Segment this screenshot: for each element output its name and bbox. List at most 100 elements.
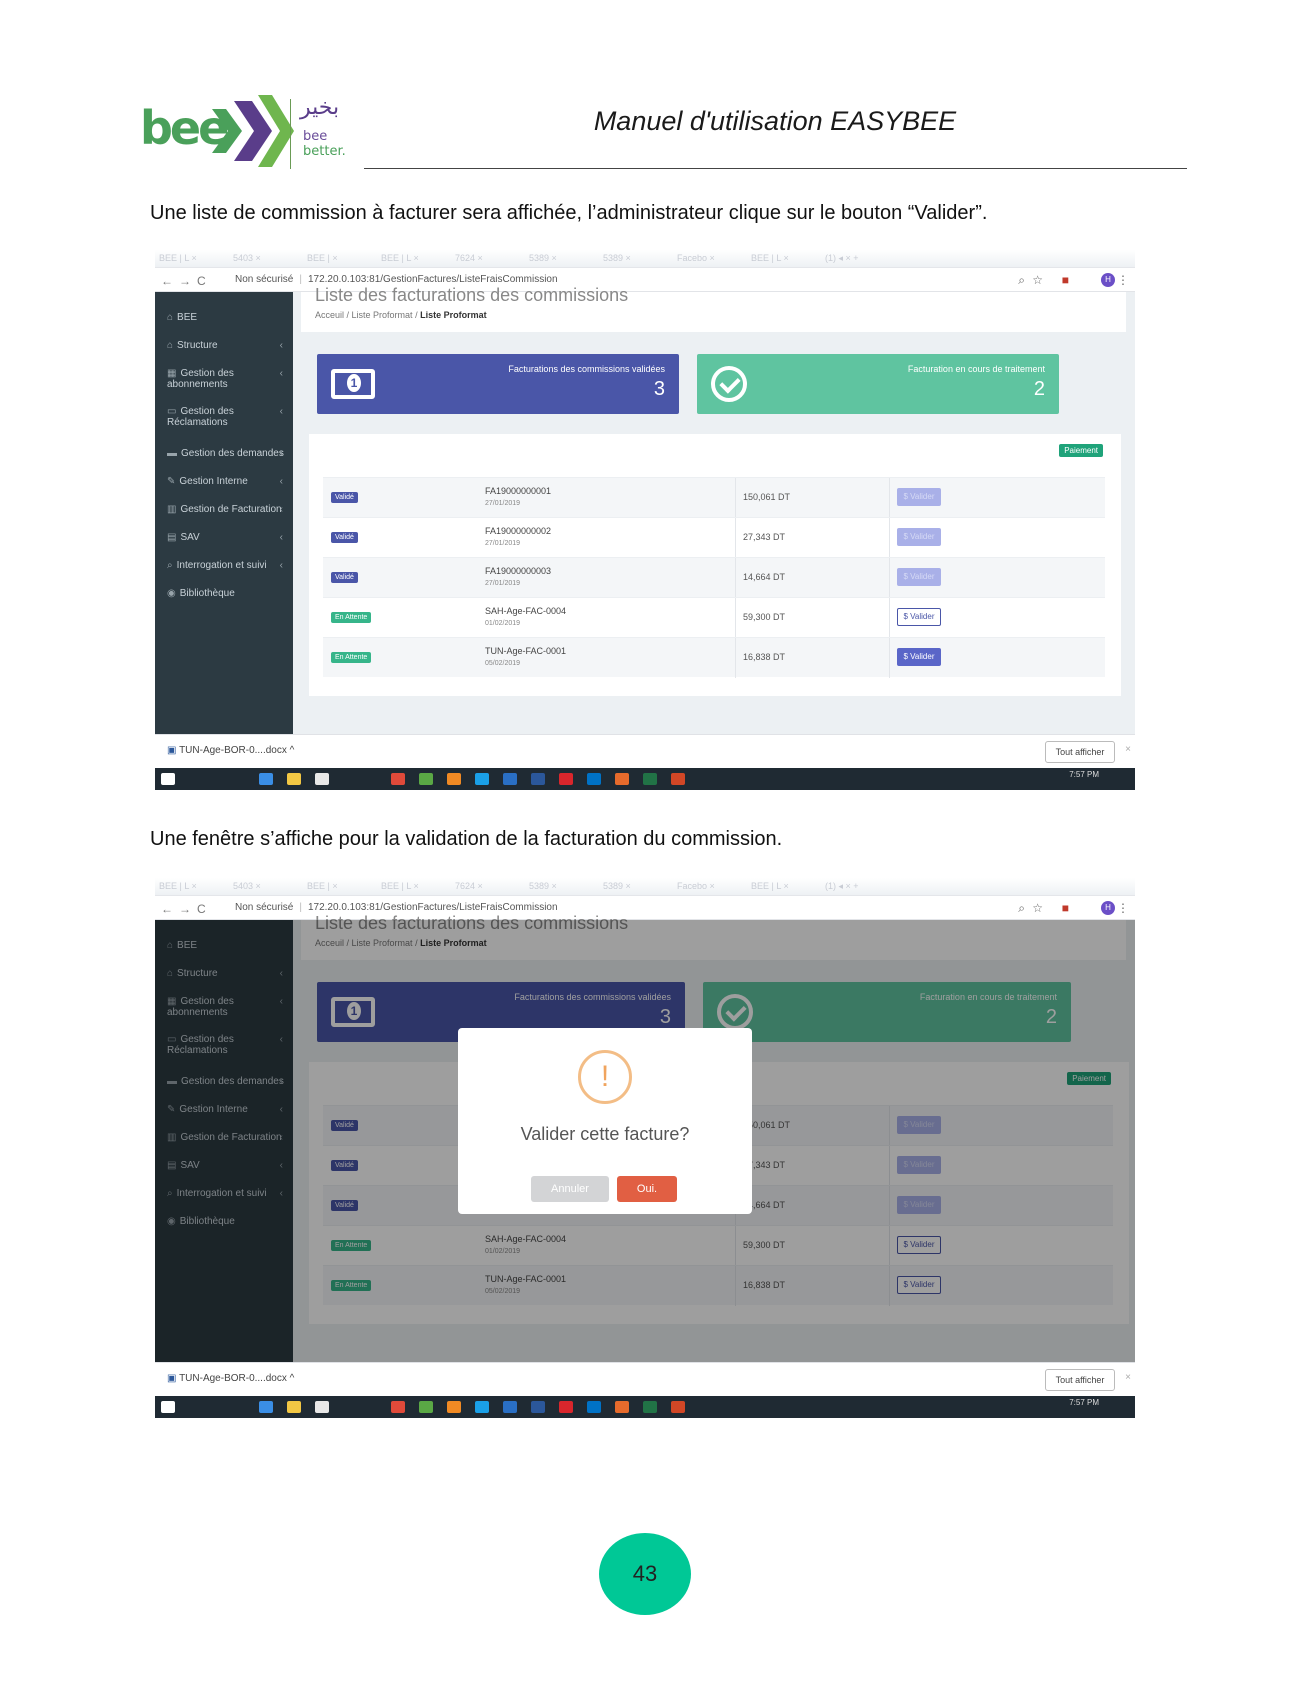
edge-icon[interactable]	[259, 773, 273, 785]
sidebar-item-interrogation[interactable]: ⌕ Interrogation et suivi ‹	[155, 560, 293, 588]
browser-tab[interactable]: BEE | L ×	[381, 253, 451, 267]
sidebar-item-bibliotheque[interactable]: ◉ Bibliothèque	[155, 588, 293, 616]
folder-icon[interactable]	[287, 1401, 301, 1413]
show-all-button[interactable]: Tout afficher	[1045, 741, 1115, 763]
profile-avatar[interactable]: H	[1101, 901, 1115, 915]
sidebar-item-structure[interactable]: ⌂ Structure ‹	[155, 340, 293, 368]
app-icon[interactable]	[419, 773, 433, 785]
home-icon: ⌂	[167, 340, 174, 351]
word-icon[interactable]	[531, 773, 545, 785]
table-row: En Attente SAH-Age-FAC-0004 01/02/2019 5…	[323, 597, 1105, 638]
breadcrumb-home[interactable]: Acceuil	[315, 310, 344, 320]
browser-tab[interactable]: 5389 ×	[603, 881, 673, 895]
sidebar-item-interne[interactable]: ✎ Gestion Interne ‹	[155, 476, 293, 504]
payment-button[interactable]: Paiement	[1059, 444, 1103, 457]
table-row: En Attente TUN-Age-FAC-0001 05/02/2019 1…	[323, 637, 1105, 678]
logo-tagline: bee better.	[303, 129, 346, 159]
browser-tab[interactable]: Facebo ×	[677, 881, 747, 895]
edge-icon[interactable]	[259, 1401, 273, 1413]
browser-tab[interactable]: BEE | ×	[307, 881, 377, 895]
browser-tab[interactable]: 5389 ×	[603, 253, 673, 267]
validate-button[interactable]: $ Valider	[897, 608, 941, 626]
powerpoint-icon[interactable]	[671, 1401, 685, 1413]
excel-icon[interactable]	[643, 773, 657, 785]
skype-icon[interactable]	[475, 1401, 489, 1413]
invoice-ref: FA19000000001	[485, 486, 552, 496]
app-icon[interactable]	[503, 1401, 517, 1413]
browser-tab[interactable]: 5403 ×	[233, 253, 303, 267]
sidebar-item-sav[interactable]: ▤ SAV ‹	[155, 532, 293, 560]
profile-avatar[interactable]: H	[1101, 273, 1115, 287]
outlook-icon[interactable]	[587, 1401, 601, 1413]
close-icon[interactable]: ×	[1125, 744, 1131, 755]
excel-icon[interactable]	[643, 1401, 657, 1413]
table-row: Validé FA19000000002 27/01/2019 27,343 D…	[323, 517, 1105, 558]
sidebar-item-facturation[interactable]: ▥ Gestion de Facturation ‹	[155, 504, 293, 532]
pdf-extension-icon[interactable]: ■	[1062, 273, 1069, 287]
browser-tab[interactable]: 5403 ×	[233, 881, 303, 895]
browser-tab[interactable]: BEE | L ×	[751, 881, 821, 895]
firefox-icon[interactable]	[615, 773, 629, 785]
app-icon[interactable]	[447, 773, 461, 785]
sidebar-item-label: Gestion des abonnements	[167, 368, 234, 390]
browser-tab[interactable]: 7624 ×	[455, 253, 525, 267]
chrome-icon[interactable]	[391, 773, 405, 785]
url-field[interactable]: Non sécurisé | 172.20.0.103:81/GestionFact…	[235, 902, 558, 913]
screenshot-validation-modal: BEE | L × 5403 × BEE | × BEE | L × 7624 …	[155, 878, 1135, 1418]
app-icon[interactable]	[419, 1401, 433, 1413]
sidebar-item-bee[interactable]: ⌂ BEE	[155, 312, 293, 340]
sidebar-item-reclamations[interactable]: ▭ Gestion des Réclamations ‹	[155, 406, 293, 434]
sidebar-item-abonnements[interactable]: ▦ Gestion des abonnements ‹	[155, 368, 293, 396]
url-field[interactable]: Non sécurisé | 172.20.0.103:81/GestionFact…	[235, 274, 558, 285]
nav-arrows-icon[interactable]: ←→C	[161, 902, 212, 916]
star-icon[interactable]: ☆	[1032, 901, 1043, 915]
zoom-icon[interactable]: ⌕	[1018, 901, 1025, 916]
browser-tab[interactable]: 5389 ×	[529, 253, 599, 267]
browser-tab[interactable]: BEE | L ×	[381, 881, 451, 895]
app-icon[interactable]	[503, 773, 517, 785]
start-icon[interactable]	[161, 773, 175, 785]
breadcrumb-proformat[interactable]: Liste Proformat	[352, 310, 413, 320]
powerpoint-icon[interactable]	[671, 773, 685, 785]
validate-button[interactable]: $ Valider	[897, 648, 941, 666]
status-badge: Validé	[331, 492, 358, 503]
folder-icon[interactable]	[287, 773, 301, 785]
confirm-dialog: ! Valider cette facture? Annuler Oui.	[458, 1028, 752, 1214]
download-file[interactable]: ▣ TUN-Age-BOR-0....docx ^	[167, 745, 294, 756]
browser-tab[interactable]: BEE | L ×	[159, 881, 229, 895]
store-icon[interactable]	[315, 773, 329, 785]
browser-tab[interactable]: Facebo ×	[677, 253, 747, 267]
store-icon[interactable]	[315, 1401, 329, 1413]
acrobat-icon[interactable]	[559, 1401, 573, 1413]
sidebar-item-demandes[interactable]: ▬ Gestion des demandes ‹	[155, 448, 293, 476]
show-all-button[interactable]: Tout afficher	[1045, 1369, 1115, 1391]
browser-tab[interactable]: BEE | ×	[307, 253, 377, 267]
browser-tab[interactable]: 7624 ×	[455, 881, 525, 895]
download-file[interactable]: ▣ TUN-Age-BOR-0....docx ^	[167, 1373, 294, 1384]
ticket-icon: ▤	[167, 532, 177, 543]
windows-taskbar: 7:57 PM	[155, 768, 1135, 790]
word-icon[interactable]	[531, 1401, 545, 1413]
confirm-button[interactable]: Oui.	[617, 1176, 677, 1202]
app-icon[interactable]	[447, 1401, 461, 1413]
firefox-icon[interactable]	[615, 1401, 629, 1413]
zoom-icon[interactable]: ⌕	[1018, 273, 1025, 288]
browser-tab[interactable]: BEE | L ×	[159, 253, 229, 267]
chrome-icon[interactable]	[391, 1401, 405, 1413]
browser-tab[interactable]: (1) ◂ × +	[825, 253, 895, 267]
outlook-icon[interactable]	[587, 773, 601, 785]
star-icon[interactable]: ☆	[1032, 273, 1043, 287]
nav-arrows-icon[interactable]: ←→C	[161, 274, 212, 288]
start-icon[interactable]	[161, 1401, 175, 1413]
browser-tab[interactable]: (1) ◂ × +	[825, 881, 895, 895]
pdf-extension-icon[interactable]: ■	[1062, 901, 1069, 915]
menu-icon[interactable]: ⋮	[1117, 901, 1129, 915]
browser-tab[interactable]: 5389 ×	[529, 881, 599, 895]
close-icon[interactable]: ×	[1125, 1372, 1131, 1383]
acrobat-icon[interactable]	[559, 773, 573, 785]
skype-icon[interactable]	[475, 773, 489, 785]
browser-tab[interactable]: BEE | L ×	[751, 253, 821, 267]
breadcrumb: Acceuil / Liste Proformat / Liste Profor…	[315, 310, 487, 320]
menu-icon[interactable]: ⋮	[1117, 273, 1129, 287]
cancel-button[interactable]: Annuler	[531, 1176, 609, 1202]
